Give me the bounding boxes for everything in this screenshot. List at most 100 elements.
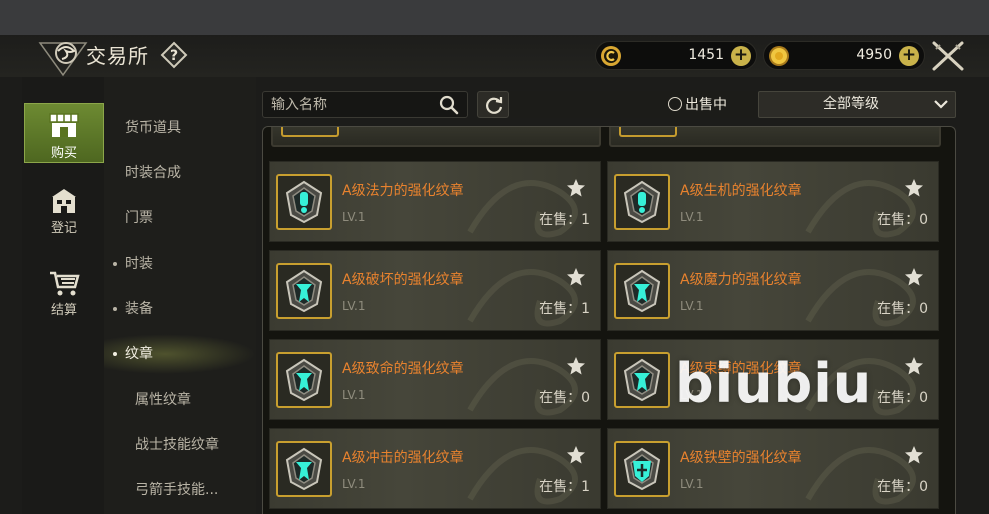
nav-buy[interactable]: 购买 (24, 103, 104, 163)
card-bg-pattern (805, 447, 916, 505)
bullet-dot (113, 262, 117, 266)
item-level: LV.1 (680, 210, 704, 224)
item-level: LV.1 (680, 477, 704, 491)
page-title: 交易所 (86, 44, 149, 68)
item-on-sale-count: 在售：0 (877, 390, 928, 406)
list-item[interactable]: A级冲击的强化纹章 LV.1 在售：1 (269, 428, 601, 509)
watermark-text: biubiu (675, 352, 873, 415)
destruction-emblem-icon (285, 269, 323, 313)
on-sale-toggle[interactable]: 出售中 (668, 94, 727, 114)
card-bg-pattern (467, 269, 578, 327)
star-favorite-icon[interactable] (566, 445, 586, 465)
crossed-swords-close-icon[interactable] (930, 39, 966, 73)
subcategory-archer-skill-emblem[interactable]: 弓箭手技能... (104, 470, 256, 510)
mana-emblem-icon (285, 180, 323, 224)
search-box (262, 91, 468, 118)
item-thumbnail (614, 174, 670, 230)
category-equipment[interactable]: 装备 (104, 289, 256, 329)
card-bg-pattern (805, 269, 916, 327)
impact-emblem-icon (285, 447, 323, 491)
item-on-sale-count: 在售：1 (539, 479, 590, 495)
item-level: LV.1 (680, 299, 704, 313)
item-on-sale-count: 在售：1 (539, 212, 590, 228)
item-list: A级法力的强化纹章 LV.1 在售：1 A级生机的强化纹章 LV.1 在售：0 (262, 126, 956, 514)
search-icon[interactable] (439, 95, 459, 115)
category-label: 时装 (125, 256, 153, 272)
bullet-dot (113, 352, 117, 356)
item-thumbnail (276, 174, 332, 230)
star-favorite-icon[interactable] (904, 356, 924, 376)
category-label: 弓箭手技能... (135, 482, 219, 498)
star-favorite-icon[interactable] (904, 445, 924, 465)
category-label: 纹章 (125, 346, 153, 362)
add-gold-button[interactable]: + (899, 46, 919, 66)
category-costume-synthesis[interactable]: 时装合成 (104, 153, 256, 193)
list-item[interactable] (271, 127, 601, 147)
list-item[interactable]: A级生机的强化纹章 LV.1 在售：0 (607, 161, 939, 242)
currency-gold-balance: 4950 + (763, 41, 925, 70)
item-level: LV.1 (342, 477, 366, 491)
list-item[interactable]: A级魔力的强化纹章 LV.1 在售：0 (607, 250, 939, 331)
item-on-sale-count: 在售：0 (539, 390, 590, 406)
item-name: A级致命的强化纹章 (342, 361, 464, 377)
star-favorite-icon[interactable] (904, 267, 924, 287)
list-item[interactable]: A级法力的强化纹章 LV.1 在售：1 (269, 161, 601, 242)
nav-register[interactable]: 登记 (24, 181, 104, 241)
radio-icon (668, 97, 682, 111)
item-level: LV.1 (342, 210, 366, 224)
main-nav: 购买 登记 结算 (22, 77, 104, 514)
nav-settle-label: 结算 (50, 303, 77, 318)
subcategory-warrior-skill-emblem[interactable]: 战士技能纹章 (104, 425, 256, 465)
gold-c-coin-icon (601, 46, 621, 66)
star-favorite-icon[interactable] (566, 267, 586, 287)
list-item[interactable]: A级铁壁的强化纹章 LV.1 在售：0 (607, 428, 939, 509)
subcategory-attribute-emblem[interactable]: 属性纹章 (104, 380, 256, 420)
currency-c-balance: 1451 + (595, 41, 757, 70)
top-status-strip (0, 0, 989, 35)
svg-text:?: ? (170, 48, 178, 64)
item-on-sale-count: 在售：1 (539, 301, 590, 317)
item-thumbnail (276, 441, 332, 497)
list-item[interactable]: A级破坏的强化纹章 LV.1 在售：1 (269, 250, 601, 331)
category-emblem[interactable]: 纹章 (104, 334, 256, 374)
star-favorite-icon[interactable] (904, 178, 924, 198)
refresh-icon (486, 97, 503, 114)
currency-c-value: 1451 (688, 47, 724, 63)
cart-icon (50, 271, 80, 296)
category-costume[interactable]: 时装 (104, 244, 256, 284)
vitality-emblem-icon (623, 180, 661, 224)
gold-coin-icon (769, 46, 789, 66)
refresh-button[interactable] (477, 91, 509, 118)
item-name: A级魔力的强化纹章 (680, 272, 802, 288)
item-on-sale-count: 在售：0 (877, 479, 928, 495)
star-favorite-icon[interactable] (566, 356, 586, 376)
card-bg-pattern (467, 358, 578, 416)
help-icon[interactable]: ? (160, 41, 188, 69)
item-on-sale-count: 在售：0 (877, 301, 928, 317)
iron-wall-emblem-icon (623, 447, 661, 491)
item-name: A级冲击的强化纹章 (342, 450, 464, 466)
item-name: A级破坏的强化纹章 (342, 272, 464, 288)
item-on-sale-count: 在售：0 (877, 212, 928, 228)
category-list: 货币道具 时装合成 门票 时装 装备 纹章 属性纹章 战士技能纹章 弓箭手技能.… (104, 77, 256, 514)
item-thumbnail (614, 352, 670, 408)
item-name: A级法力的强化纹章 (342, 183, 464, 199)
category-currency-items[interactable]: 货币道具 (104, 108, 256, 148)
item-thumbnail (276, 263, 332, 319)
grade-select[interactable]: 全部等级 (758, 91, 956, 118)
category-label: 门票 (125, 210, 153, 226)
card-bg-pattern (805, 180, 916, 238)
item-thumbnail (614, 441, 670, 497)
list-item[interactable] (609, 127, 941, 147)
binding-emblem-icon (623, 358, 661, 402)
nav-register-label: 登记 (50, 221, 77, 236)
list-item[interactable]: A级致命的强化纹章 LV.1 在售：0 (269, 339, 601, 420)
nav-settle[interactable]: 结算 (24, 263, 104, 323)
card-bg-pattern (467, 447, 578, 505)
dragon-emblem-icon (38, 42, 88, 77)
category-tickets[interactable]: 门票 (104, 198, 256, 238)
add-currency-c-button[interactable]: + (731, 46, 751, 66)
item-name: A级生机的强化纹章 (680, 183, 802, 199)
star-favorite-icon[interactable] (566, 178, 586, 198)
search-input[interactable] (271, 95, 431, 115)
